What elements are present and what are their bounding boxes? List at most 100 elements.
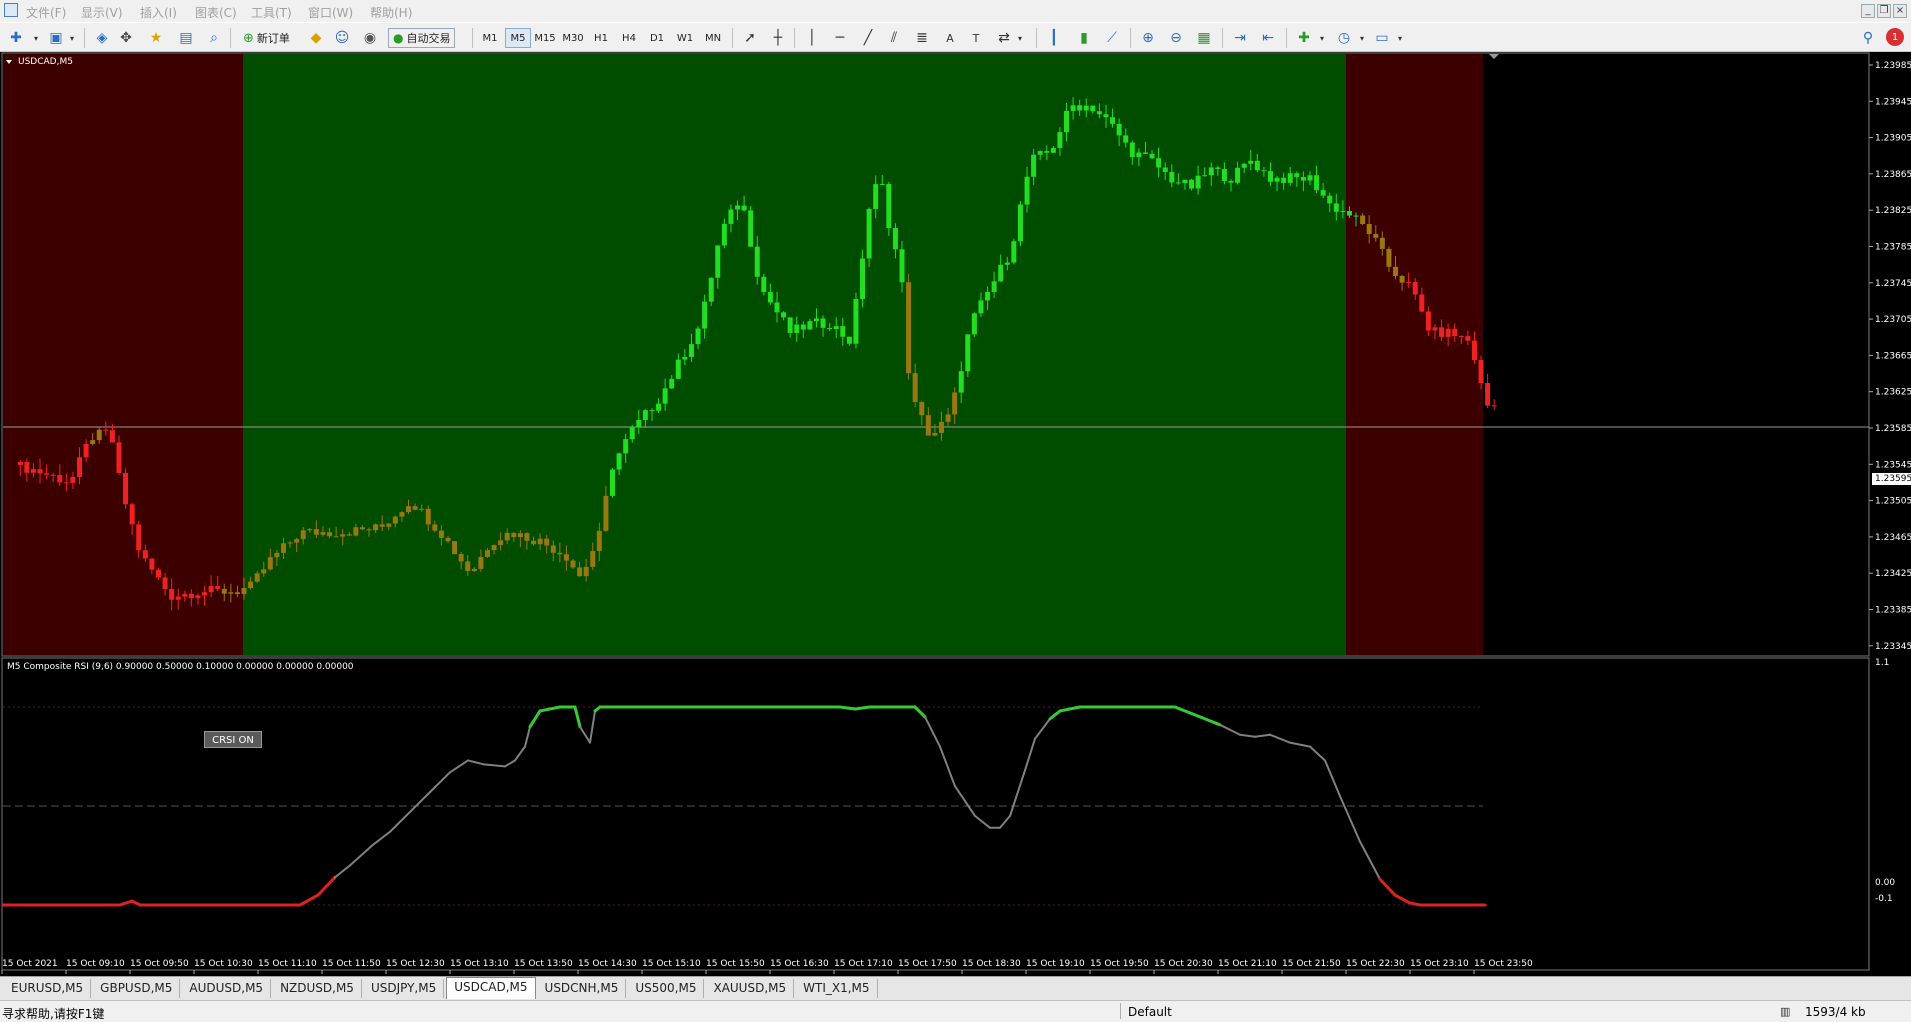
candle-body (629, 427, 635, 440)
timeframe-d1-button[interactable]: D1 (644, 28, 670, 48)
chart-tab-gbpusd-m5[interactable]: GBPUSD,M5 (93, 979, 181, 998)
channel-icon[interactable]: ⫽ (884, 28, 904, 48)
trendline-icon[interactable]: ╱ (858, 28, 878, 48)
current-price-tag: 1.23595 (1872, 473, 1911, 485)
time-tick-label: 15 Oct 09:50 (130, 959, 189, 969)
chevron-down-icon[interactable]: ▾ (1394, 28, 1406, 48)
timeframe-m5-button[interactable]: M5 (505, 28, 531, 48)
notification-badge[interactable]: 1 (1886, 28, 1904, 46)
candle-body (820, 318, 826, 328)
chart-tab-usdjpy-m5[interactable]: USDJPY,M5 (364, 979, 445, 998)
restore-button[interactable]: ❐ (1877, 4, 1891, 18)
chart-tab-nzdusd-m5[interactable]: NZDUSD,M5 (273, 979, 362, 998)
menu-window[interactable]: 窗口(W) (308, 4, 353, 21)
chart-tab-usdcad-m5[interactable]: USDCAD,M5 (446, 977, 536, 999)
chart-canvas[interactable]: USDCAD,M5 M5 Composite RSI (9,6) 0.90000… (0, 52, 1911, 976)
menu-charts[interactable]: 图表(C) (195, 4, 237, 21)
bar-chart-icon[interactable]: ┃ (1044, 28, 1064, 48)
chart-shift-marker[interactable] (1489, 54, 1499, 59)
chart-shift-icon[interactable]: ⇤ (1258, 28, 1278, 48)
candle-body (741, 205, 747, 211)
profiles-icon[interactable]: ▣ (46, 28, 66, 48)
crsi-toggle-button[interactable]: CRSI ON (204, 731, 262, 748)
chevron-down-icon[interactable]: ▾ (1356, 28, 1368, 48)
candle-body (452, 541, 458, 555)
chart-tab-us500-m5[interactable]: US500,M5 (628, 979, 705, 998)
candle-body (116, 442, 122, 473)
menu-view[interactable]: 显示(V) (81, 4, 123, 21)
menu-file[interactable]: 文件(F) (26, 4, 66, 21)
app-icon[interactable] (4, 3, 18, 17)
market-watch-icon[interactable]: ◈ (92, 28, 112, 48)
zoom-in-icon[interactable]: ⊕ (1138, 28, 1158, 48)
candle-body (1175, 182, 1181, 184)
candlestick-icon[interactable]: ▮ (1074, 28, 1094, 48)
community-icon[interactable]: ☺ (332, 28, 352, 48)
candle-body (202, 592, 208, 596)
menu-tools[interactable]: 工具(T) (251, 4, 292, 21)
favorites-icon[interactable]: ★ (146, 28, 166, 48)
periods-icon[interactable]: ◷ (1334, 28, 1354, 48)
chart-window[interactable]: USDCAD,M5 M5 Composite RSI (9,6) 0.90000… (0, 52, 1911, 976)
navigator-icon[interactable]: ▤ (176, 28, 196, 48)
chart-tab-eurusd-m5[interactable]: EURUSD,M5 (4, 979, 92, 998)
chart-tab-wti-x1-m5[interactable]: WTI_X1,M5 (796, 979, 878, 998)
minimize-button[interactable]: _ (1861, 4, 1875, 18)
candle-body (1004, 262, 1010, 265)
candle-body (274, 552, 280, 558)
candle-body (1182, 179, 1188, 184)
time-tick-label: 15 Oct 10:30 (194, 959, 253, 969)
autoscroll-icon[interactable]: ⇥ (1230, 28, 1250, 48)
templates-icon[interactable]: ▭ (1372, 28, 1392, 48)
timeframe-h1-button[interactable]: H1 (588, 28, 614, 48)
candle-body (1024, 176, 1030, 205)
tester-icon[interactable]: ⌕ (204, 28, 224, 48)
indicators-icon[interactable]: ✚ (1294, 28, 1314, 48)
time-tick-label: 15 Oct 19:50 (1090, 959, 1149, 969)
crosshair-move-icon[interactable]: ✥ (116, 28, 136, 48)
chevron-down-icon[interactable]: ▾ (66, 28, 78, 48)
horizontal-line-icon[interactable]: ─ (830, 28, 850, 48)
signals-icon[interactable]: ◉ (360, 28, 380, 48)
chevron-down-icon[interactable]: ▾ (30, 28, 42, 48)
candle-body (958, 371, 964, 393)
vertical-line-icon[interactable]: │ (802, 28, 822, 48)
menu-help[interactable]: 帮助(H) (370, 4, 412, 21)
new-chart-icon[interactable]: ✚ (6, 28, 26, 48)
chart-tab-xauusd-m5[interactable]: XAUUSD,M5 (706, 979, 795, 998)
metaeditor-icon[interactable]: ◆ (306, 28, 326, 48)
timeframe-m1-button[interactable]: M1 (477, 28, 503, 48)
chevron-down-icon[interactable]: ▾ (1014, 28, 1026, 48)
timeframe-w1-button[interactable]: W1 (672, 28, 698, 48)
text-icon[interactable]: A (940, 28, 960, 48)
close-button[interactable]: × (1893, 4, 1907, 18)
search-icon[interactable]: ⚲ (1858, 28, 1878, 48)
candle-body (340, 534, 346, 537)
time-tick-label: 15 Oct 23:10 (1410, 959, 1469, 969)
fibonacci-icon[interactable]: ≣ (912, 28, 932, 48)
chart-tab-audusd-m5[interactable]: AUDUSD,M5 (182, 979, 272, 998)
text-label-icon[interactable]: T (966, 28, 986, 48)
timeframe-mn-button[interactable]: MN (700, 28, 726, 48)
arrows-icon[interactable]: ⇄ (994, 28, 1014, 48)
timeframe-h4-button[interactable]: H4 (616, 28, 642, 48)
indicator-tick-label: -0.1 (1875, 894, 1893, 904)
timeframe-m15-button[interactable]: M15 (532, 28, 558, 48)
chart-tab-usdcnh-m5[interactable]: USDCNH,M5 (538, 979, 627, 998)
timeframe-m30-button[interactable]: M30 (560, 28, 586, 48)
new-order-button[interactable]: ⊕ 新订单 (238, 28, 295, 48)
candle-body (754, 246, 760, 277)
tile-windows-icon[interactable]: ▦ (1194, 28, 1214, 48)
zoom-out-icon[interactable]: ⊖ (1166, 28, 1186, 48)
line-chart-icon[interactable]: ⟋ (1102, 28, 1122, 48)
crosshair-icon[interactable]: ┼ (768, 28, 788, 48)
crsi-segment (1058, 705, 1082, 713)
menu-insert[interactable]: 插入(I) (140, 4, 177, 21)
candle-body (215, 586, 221, 589)
help-text: 寻求帮助,请按F1键 (2, 1007, 105, 1021)
chevron-down-icon[interactable]: ▾ (1316, 28, 1328, 48)
crsi-segment (349, 844, 373, 867)
auto-trading-button[interactable]: ● 自动交易 (388, 28, 456, 48)
candle-body (1452, 328, 1458, 337)
cursor-icon[interactable]: ➚ (740, 28, 760, 48)
